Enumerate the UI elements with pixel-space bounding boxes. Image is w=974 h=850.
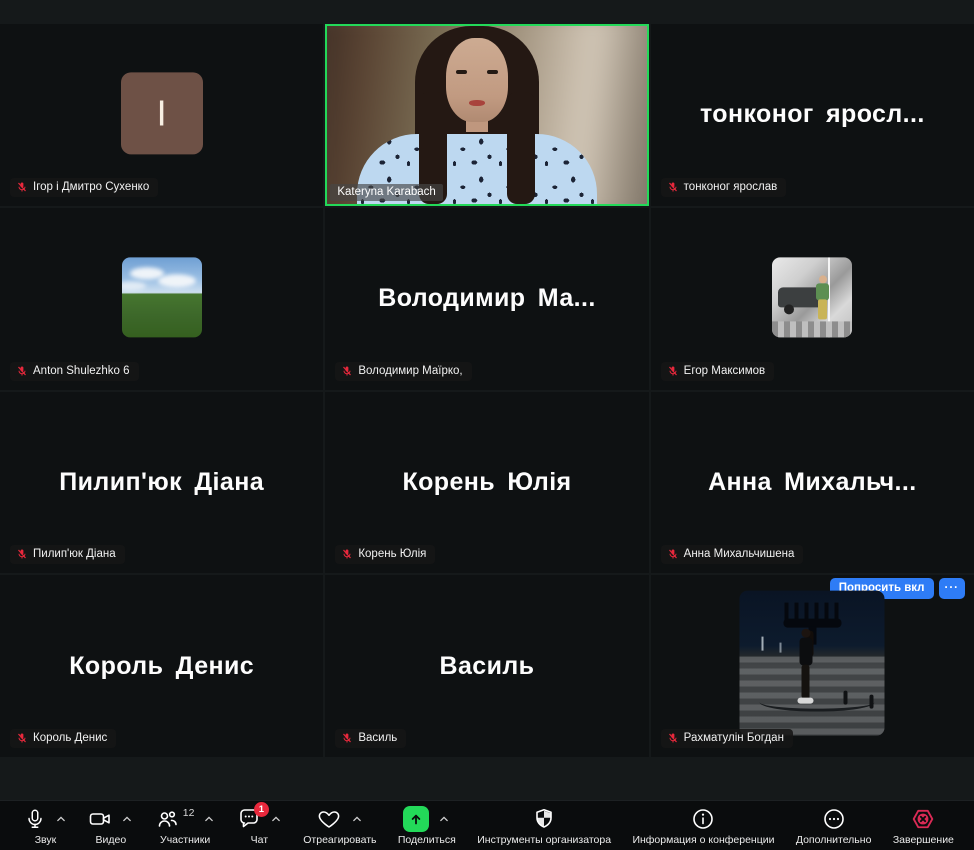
- participant-tile[interactable]: I Ігор і Дмитро Сухенко: [0, 24, 323, 206]
- muted-mic-icon: [16, 732, 28, 744]
- muted-mic-icon: [16, 548, 28, 560]
- participants-icon: [155, 807, 179, 831]
- audio-options-caret[interactable]: [55, 815, 67, 823]
- share-button[interactable]: Поделиться: [398, 806, 456, 846]
- zoom-meeting-window: I Ігор і Дмитро Сухенко Kateryna Karabac…: [0, 0, 974, 850]
- participant-name-badge: Kateryna Karabach: [330, 184, 442, 201]
- microphone-icon: [24, 807, 46, 831]
- ellipsis-icon: [822, 807, 846, 831]
- participant-name-badge: Anton Shulezhko 6: [10, 362, 139, 381]
- end-call-icon: [910, 806, 936, 832]
- muted-mic-icon: [16, 181, 28, 193]
- participant-tile[interactable]: Анна Михальч... Анна Михальчишена: [651, 392, 974, 574]
- letter-avatar: I: [121, 72, 203, 154]
- participant-name-badge: Володимир Маїрко,: [335, 362, 471, 381]
- react-label: Отреагировать: [303, 834, 376, 846]
- shield-icon: [532, 807, 556, 831]
- info-icon: [691, 807, 715, 831]
- muted-mic-icon: [16, 365, 28, 377]
- participant-name-badge: Ігор і Дмитро Сухенко: [10, 178, 158, 197]
- end-meeting-label: Завершение: [893, 834, 954, 846]
- chat-unread-badge: 1: [254, 802, 269, 817]
- muted-mic-icon: [667, 732, 679, 744]
- more-label: Дополнительно: [796, 834, 872, 846]
- participants-label: Участники: [160, 834, 210, 846]
- share-screen-icon: [403, 806, 429, 832]
- participants-count: 12: [183, 807, 195, 819]
- muted-mic-icon: [667, 365, 679, 377]
- participant-name: Василь: [358, 732, 397, 744]
- participant-tile[interactable]: тонконог яросл... тонконог ярослав: [651, 24, 974, 206]
- chat-button[interactable]: 1 Чат: [237, 806, 282, 846]
- participant-name: Король Денис: [33, 732, 107, 744]
- muted-mic-icon: [667, 181, 679, 193]
- meeting-info-button[interactable]: Информация о конференции: [632, 806, 774, 846]
- video-button[interactable]: Видео: [88, 806, 133, 846]
- camera-icon: [88, 807, 112, 831]
- react-button[interactable]: Отреагировать: [303, 806, 376, 846]
- participant-name-badge: Рахматулін Богдан: [661, 729, 793, 748]
- participant-name-badge: Василь: [335, 729, 406, 748]
- participant-name: Пилип'юк Діана: [33, 548, 116, 560]
- participant-name: Рахматулін Богдан: [684, 732, 784, 744]
- participant-name: Володимир Маїрко,: [358, 365, 462, 377]
- participant-tile[interactable]: Егор Максимов: [651, 208, 974, 390]
- active-speaker-video-tile[interactable]: Kateryna Karabach: [325, 24, 648, 206]
- heart-icon: [316, 807, 342, 831]
- participants-button[interactable]: 12 Участники: [155, 806, 216, 846]
- chat-icon: 1: [237, 807, 261, 831]
- comic-art-avatar: [772, 257, 852, 337]
- muted-mic-icon: [667, 548, 679, 560]
- night-photo-avatar: [740, 591, 885, 736]
- muted-mic-icon: [341, 732, 353, 744]
- participant-name-badge: Корень Юлія: [335, 545, 435, 564]
- participant-tile[interactable]: Пилип'юк Діана Пилип'юк Діана: [0, 392, 323, 574]
- participant-tile[interactable]: Anton Shulezhko 6: [0, 208, 323, 390]
- meeting-toolbar: Звук Видео 12: [0, 800, 974, 850]
- participant-tile[interactable]: Попросить вкл ··· Рахматулін Богдан: [651, 575, 974, 757]
- participant-name-badge: Анна Михальчишена: [661, 545, 804, 564]
- participant-name: Anton Shulezhko 6: [33, 365, 130, 377]
- participant-name: тонконог ярослав: [684, 181, 778, 193]
- participant-tile[interactable]: Василь Василь: [325, 575, 648, 757]
- chat-label: Чат: [251, 834, 268, 846]
- end-meeting-button[interactable]: Завершение: [893, 806, 954, 846]
- meeting-info-label: Информация о конференции: [632, 834, 774, 846]
- video-options-caret[interactable]: [121, 815, 133, 823]
- participant-tile[interactable]: Король Денис Король Денис: [0, 575, 323, 757]
- participant-tile[interactable]: Корень Юлія Корень Юлія: [325, 392, 648, 574]
- host-tools-button[interactable]: Инструменты организатора: [477, 806, 611, 846]
- participant-gallery: I Ігор і Дмитро Сухенко Kateryna Karabac…: [0, 24, 974, 757]
- share-label: Поделиться: [398, 834, 456, 846]
- participant-name-badge: Король Денис: [10, 729, 116, 748]
- audio-button[interactable]: Звук: [24, 806, 67, 846]
- more-options-button[interactable]: ···: [939, 578, 966, 599]
- participant-name-badge: тонконог ярослав: [661, 178, 787, 197]
- participant-name-badge: Пилип'юк Діана: [10, 545, 125, 564]
- participant-name: Егор Максимов: [684, 365, 765, 377]
- landscape-avatar: [122, 257, 202, 337]
- muted-mic-icon: [341, 548, 353, 560]
- participant-tile[interactable]: Володимир Ма... Володимир Маїрко,: [325, 208, 648, 390]
- audio-label: Звук: [35, 834, 57, 846]
- participant-name: Анна Михальчишена: [684, 548, 795, 560]
- participant-name: Ігор і Дмитро Сухенко: [33, 181, 149, 193]
- more-button[interactable]: Дополнительно: [796, 806, 872, 846]
- share-options-caret[interactable]: [438, 815, 450, 823]
- participant-name-badge: Егор Максимов: [661, 362, 774, 381]
- video-label: Видео: [96, 834, 127, 846]
- participant-name: Корень Юлія: [358, 548, 426, 560]
- muted-mic-icon: [341, 365, 353, 377]
- chat-options-caret[interactable]: [270, 815, 282, 823]
- react-options-caret[interactable]: [351, 815, 363, 823]
- participants-options-caret[interactable]: [203, 815, 215, 823]
- host-tools-label: Инструменты организатора: [477, 834, 611, 846]
